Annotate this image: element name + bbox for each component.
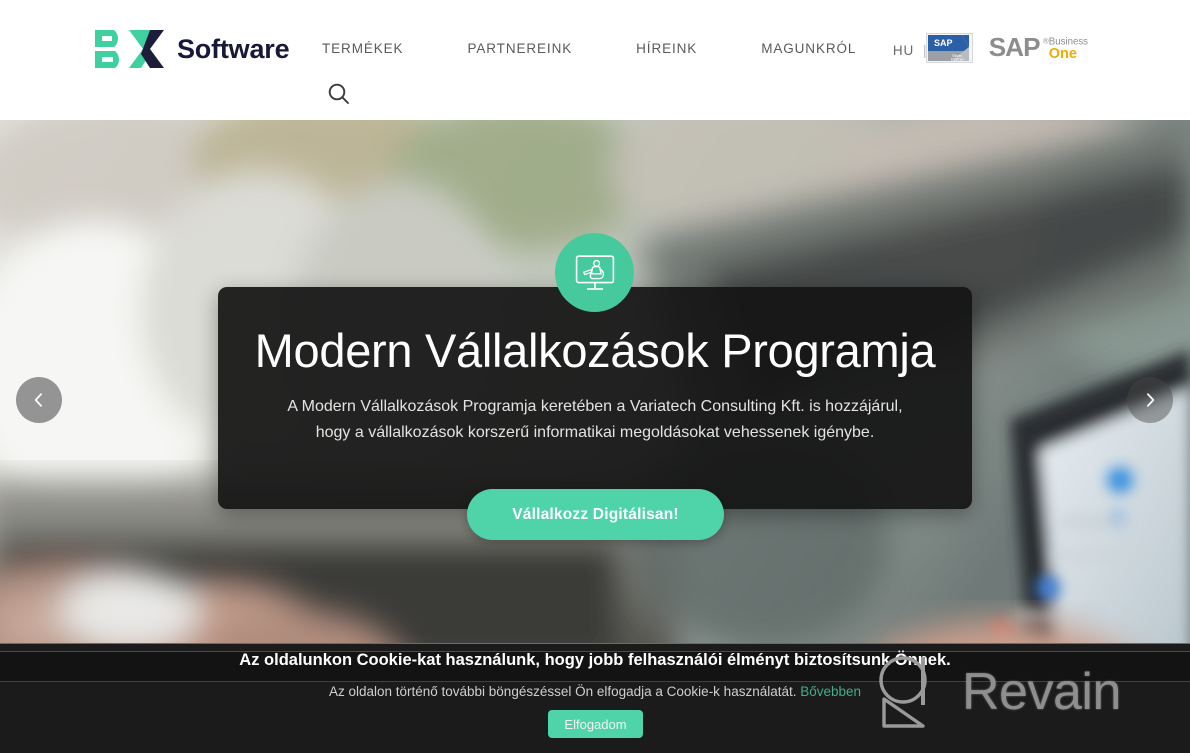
hero-cta-button[interactable]: Vállalkozz Digitálisan! xyxy=(467,489,724,540)
cookie-divider-top xyxy=(0,643,1190,644)
svg-text:SAP: SAP xyxy=(989,32,1040,62)
nav-item-magunkrol[interactable]: MAGUNKRÓL xyxy=(761,41,882,56)
chevron-left-icon xyxy=(34,393,42,407)
svg-text:SAP: SAP xyxy=(934,38,953,48)
nav-item-hireink[interactable]: HÍREINK xyxy=(636,41,723,56)
cookie-subtitle: Az oldalon történő további böngészéssel … xyxy=(0,684,1190,699)
carousel-next-button[interactable] xyxy=(1127,377,1173,423)
hero-subtitle-line-2: hogy a vállalkozások korszerű informatik… xyxy=(315,424,875,441)
hero-title: Modern Vállalkozások Programja xyxy=(254,324,936,377)
chevron-right-icon xyxy=(1147,393,1155,407)
search-button[interactable] xyxy=(325,80,353,108)
nav-item-partnereink[interactable]: PARTNEREINK xyxy=(467,41,598,56)
svg-text:Partner: Partner xyxy=(951,56,965,61)
page-root: Software TERMÉKEK PARTNEREINK HÍREINK MA… xyxy=(0,0,1190,753)
hero-carousel: Modern Vállalkozások Programja A Modern … xyxy=(0,120,1190,643)
site-header: Software TERMÉKEK PARTNEREINK HÍREINK MA… xyxy=(0,0,1190,120)
sap-business-one-logo-icon[interactable]: SAP ® Business One xyxy=(987,32,1095,63)
svg-text:One: One xyxy=(1049,46,1077,62)
bx-logo-icon xyxy=(95,30,164,68)
main-nav: TERMÉKEK PARTNEREINK HÍREINK MAGUNKRÓL xyxy=(322,41,882,56)
hero-subtitle: A Modern Vállalkozások Programja keretéb… xyxy=(218,394,972,446)
cookie-subtitle-text: Az oldalon történő további böngészéssel … xyxy=(328,684,801,699)
sap-partner-logo-icon[interactable]: SAP Silver Partner xyxy=(926,32,973,63)
cookie-more-link[interactable]: Bővebben xyxy=(800,684,861,699)
cookie-accept-button[interactable]: Elfogadom xyxy=(548,710,643,738)
sap-badges: SAP Silver Partner SAP ® Business One xyxy=(926,32,1095,63)
lang-hu[interactable]: HU xyxy=(893,43,914,58)
search-icon xyxy=(328,83,349,104)
hero-subtitle-line-1: A Modern Vállalkozások Programja keretéb… xyxy=(287,398,903,415)
site-logo[interactable]: Software xyxy=(93,27,290,71)
hero-badge xyxy=(555,233,634,312)
logo-wordmark: Software xyxy=(177,34,290,64)
person-at-computer-icon xyxy=(575,254,614,290)
cookie-title: Az oldalunkon Cookie-kat használunk, hog… xyxy=(239,651,951,669)
nav-item-termekek[interactable]: TERMÉKEK xyxy=(322,41,429,56)
carousel-prev-button[interactable] xyxy=(16,377,62,423)
